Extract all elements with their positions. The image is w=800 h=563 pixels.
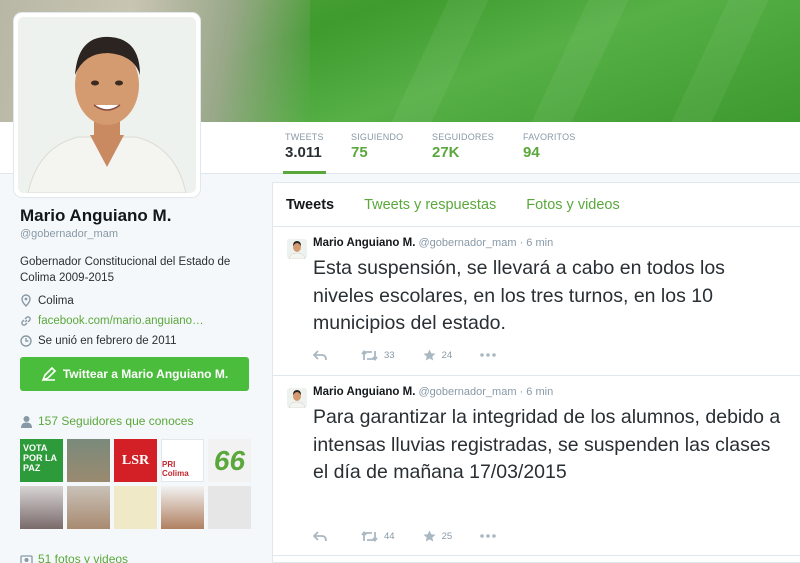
tweet-actions: 44 25 <box>313 530 530 542</box>
stat-label: FAVORITOS <box>523 132 576 142</box>
calendar-icon <box>20 335 32 347</box>
banner-stripe <box>531 0 629 122</box>
more-button[interactable] <box>480 534 502 538</box>
tweet-item[interactable]: Mario Anguiano M. @gobernador_mam · 6 mi… <box>273 376 800 556</box>
follower-tile[interactable]: LSR <box>114 439 157 482</box>
profile-joined: Se unió en febrero de 2011 <box>20 335 252 347</box>
tile-label: LSR <box>121 452 150 468</box>
timeline: Tweets Tweets y respuestas Fotos y video… <box>272 182 800 563</box>
joined-text: Se unió en febrero de 2011 <box>38 335 177 347</box>
tile-label: PRI Colima <box>162 460 189 478</box>
tweet-author-name[interactable]: Mario Anguiano M. <box>313 386 415 398</box>
stat-label: TWEETS <box>285 132 324 142</box>
follower-tile[interactable] <box>161 486 204 529</box>
reply-button[interactable] <box>313 530 333 542</box>
timeline-tabs: Tweets Tweets y respuestas Fotos y video… <box>273 183 800 227</box>
tab-tweets-replies[interactable]: Tweets y respuestas <box>364 197 496 213</box>
tweet-author-handle[interactable]: @gobernador_mam <box>419 237 517 249</box>
tweet-time[interactable]: · 6 min <box>520 386 554 398</box>
stat-label: SEGUIDORES <box>432 132 495 142</box>
follower-tile[interactable] <box>67 486 110 529</box>
star-icon <box>423 349 436 361</box>
stat-following[interactable]: SIGUIENDO 75 <box>349 132 405 174</box>
reply-icon <box>313 349 327 360</box>
follower-tile[interactable] <box>67 439 110 482</box>
retweet-icon <box>361 349 378 361</box>
website-link[interactable]: facebook.com/mario.anguiano… <box>38 315 204 327</box>
follower-tile[interactable]: VOTA POR LA PAZ <box>20 439 63 482</box>
tweet-actions: 33 24 <box>313 349 530 361</box>
profile-handle[interactable]: @gobernador_mam <box>20 228 252 240</box>
retweet-count: 44 <box>384 530 395 542</box>
tweet-author-name[interactable]: Mario Anguiano M. <box>313 237 415 249</box>
more-button[interactable] <box>480 353 502 357</box>
person-icon <box>21 415 32 428</box>
profile-bio: Gobernador Constitucional del Estado de … <box>20 256 231 284</box>
tile-label: VOTA POR LA PAZ <box>23 443 57 473</box>
person-portrait-icon <box>287 388 307 408</box>
retweet-button[interactable]: 44 <box>361 531 395 542</box>
tweet-text: Para garantizar la integridad de los alu… <box>313 406 781 483</box>
location-text: Colima <box>38 294 74 307</box>
avatar-image <box>18 17 196 193</box>
tweet-header: Mario Anguiano M. @gobernador_mam · 6 mi… <box>313 237 553 249</box>
reply-icon <box>313 530 327 541</box>
person-portrait-icon <box>18 17 196 193</box>
stat-value: 75 <box>351 144 368 161</box>
photos-videos-link[interactable]: 51 fotos y videos <box>20 552 128 563</box>
tile-label: 66 <box>213 444 246 476</box>
tweet-header: Mario Anguiano M. @gobernador_mam · 6 mi… <box>313 386 553 398</box>
stat-followers[interactable]: SEGUIDORES 27K <box>430 132 496 174</box>
tab-tweets[interactable]: Tweets <box>286 197 334 213</box>
tweet-text: Esta suspensión, se llevará a cabo en to… <box>313 257 725 334</box>
compose-icon <box>41 366 56 382</box>
tweet-to-button[interactable]: Twittear a Mario Anguiano M. <box>20 357 249 391</box>
stat-tweets[interactable]: TWEETS 3.011 <box>283 132 326 174</box>
stat-value: 3.011 <box>285 144 322 161</box>
stat-label: SIGUIENDO <box>351 132 404 142</box>
follower-tile[interactable]: 66 <box>208 439 251 482</box>
favorite-count: 25 <box>441 530 453 542</box>
followers-you-know-text: 157 Seguidores que conoces <box>38 414 194 428</box>
favorite-button[interactable]: 25 <box>423 530 453 542</box>
profile-location: Colima <box>20 294 252 307</box>
tweet-author-handle[interactable]: @gobernador_mam <box>419 386 517 398</box>
reply-button[interactable] <box>313 349 333 361</box>
tweet-time[interactable]: · 6 min <box>520 237 554 249</box>
star-icon <box>423 530 436 542</box>
retweet-button[interactable]: 33 <box>361 350 395 361</box>
profile-website[interactable]: facebook.com/mario.anguiano… <box>20 315 252 327</box>
more-icon <box>480 534 496 538</box>
photos-videos-text: 51 fotos y videos <box>38 552 129 563</box>
tweet-avatar[interactable] <box>287 388 307 408</box>
follower-tile[interactable] <box>114 486 157 529</box>
banner-stripe <box>391 0 489 122</box>
tweet-item[interactable]: Mario Anguiano M. @gobernador_mam · 6 mi… <box>273 227 800 376</box>
favorite-count: 24 <box>441 349 453 361</box>
camera-icon <box>20 554 33 563</box>
banner-stripe <box>671 0 769 122</box>
stat-value: 94 <box>523 144 540 161</box>
follower-tile[interactable] <box>20 486 63 529</box>
follower-tile[interactable]: PRI Colima <box>161 439 204 482</box>
tab-photos-videos[interactable]: Fotos y videos <box>526 197 620 213</box>
followers-you-know-link[interactable]: 157 Seguidores que conoces <box>20 414 193 428</box>
profile-name[interactable]: Mario Anguiano M. <box>20 206 252 226</box>
favorite-button[interactable]: 24 <box>423 349 453 361</box>
person-portrait-icon <box>287 239 307 259</box>
stat-favorites[interactable]: FAVORITOS 94 <box>521 132 577 174</box>
tweet-to-label: Twittear a Mario Anguiano M. <box>62 367 229 381</box>
retweet-icon <box>361 530 378 542</box>
profile-avatar[interactable] <box>14 13 200 197</box>
stat-value: 27K <box>432 144 460 161</box>
location-icon <box>21 294 31 307</box>
link-icon <box>21 316 31 326</box>
more-icon <box>480 353 496 357</box>
tweet-avatar[interactable] <box>287 239 307 259</box>
follower-tile[interactable] <box>208 486 251 529</box>
retweet-count: 33 <box>384 349 395 361</box>
profile-card: Mario Anguiano M. @gobernador_mam Gobern… <box>20 206 252 347</box>
